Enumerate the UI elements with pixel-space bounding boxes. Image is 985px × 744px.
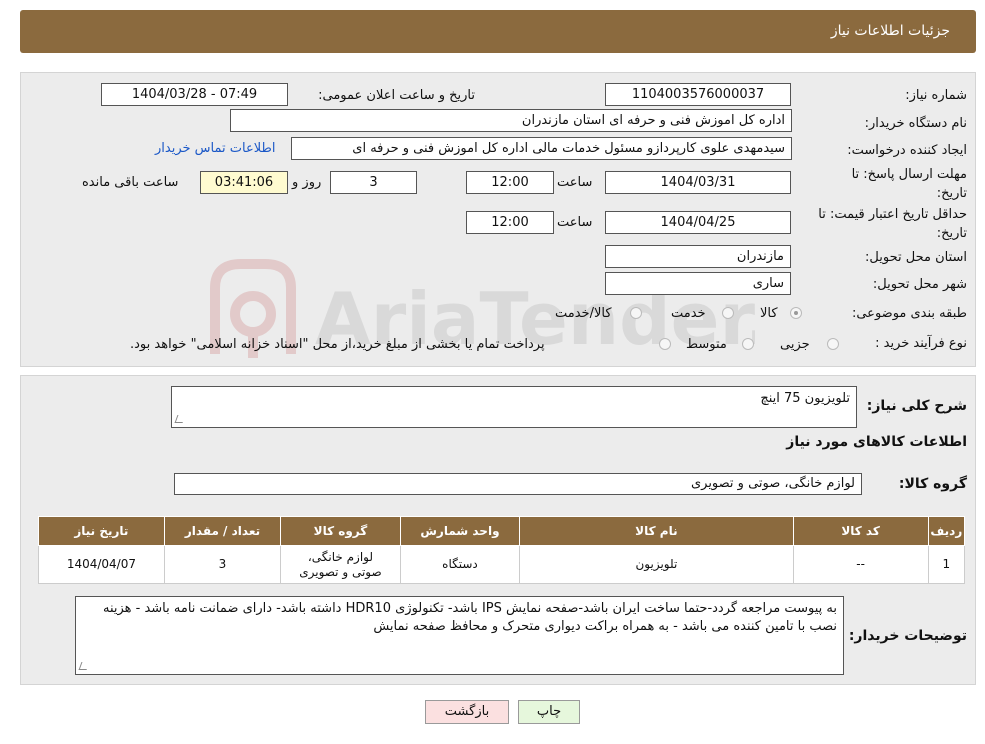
days-field: 3 [330, 171, 417, 194]
city-label: شهر محل تحویل: [872, 277, 967, 292]
requester-field: سیدمهدی علوی کارپردازو مسئول خدمات مالی … [291, 137, 792, 160]
table-row: 1 -- تلویزیون دستگاه لوازم خانگی، صوتی و… [38, 545, 966, 584]
col-header-qty: تعداد / مقدار [163, 516, 282, 546]
print-button[interactable]: چاپ [518, 700, 580, 724]
category-option-goods-service: کالا/خدمت [555, 306, 612, 321]
goods-group-label: گروه کالا: [898, 476, 967, 492]
cell-name: تلویزیون [519, 545, 794, 584]
goods-table: ردیف کد کالا نام کالا واحد شمارش گروه کا… [38, 516, 966, 584]
reply-time-label: ساعت [557, 175, 593, 190]
remaining-time-label: ساعت باقی مانده [82, 175, 179, 190]
validity-date-field: 1404/04/25 [605, 211, 791, 234]
buyer-notes-text: به پیوست مراجعه گردد-حتما ساخت ایران باش… [102, 601, 837, 634]
page-header: جزئیات اطلاعات نیاز [20, 10, 976, 53]
cell-group: لوازم خانگی، صوتی و تصویری [280, 545, 401, 584]
goods-group-field: لوازم خانگی، صوتی و تصویری [174, 473, 862, 495]
purchase-option-minor: جزیی [780, 337, 810, 352]
summary-textarea[interactable]: تلویزیون 75 اینچ [171, 386, 857, 428]
validity-time-label: ساعت [557, 215, 593, 230]
announce-label: تاریخ و ساعت اعلان عمومی: [318, 88, 475, 103]
purchase-option-medium: متوسط [686, 337, 727, 352]
buyer-org-field: اداره کل اموزش فنی و حرفه ای استان مازند… [230, 109, 792, 132]
reply-date-field: 1404/03/31 [605, 171, 791, 194]
need-number-field: 1104003576000037 [605, 83, 791, 106]
cell-date: 1404/04/07 [38, 545, 165, 584]
page-title: جزئیات اطلاعات نیاز [830, 23, 950, 39]
col-header-unit: واحد شمارش [399, 516, 521, 546]
cell-unit: دستگاه [399, 545, 521, 584]
contact-buyer-link[interactable]: اطلاعات تماس خریدار [155, 141, 275, 156]
col-header-code: کد کالا [792, 516, 929, 546]
category-option-goods: کالا [760, 306, 778, 321]
days-label: روز و [292, 175, 322, 190]
category-radio-goods[interactable] [790, 307, 802, 319]
purchase-radio-minor[interactable] [827, 338, 839, 350]
city-field: ساری [605, 272, 791, 295]
cell-row: 1 [927, 545, 966, 584]
buyer-org-label: نام دستگاه خریدار: [864, 116, 967, 131]
cell-code: -- [792, 545, 929, 584]
cell-qty: 3 [163, 545, 282, 584]
validity-label: حداقل تاریخ اعتبار قیمت: تا تاریخ: [818, 207, 967, 241]
back-button[interactable]: بازگشت [425, 700, 509, 724]
purchase-treasury-note: پرداخت تمام یا بخشی از مبلغ خرید،از محل … [130, 337, 545, 352]
col-header-date: تاریخ نیاز [38, 516, 165, 546]
col-header-group: گروه کالا [280, 516, 401, 546]
announce-field: 1404/03/28 - 07:49 [101, 83, 288, 106]
buyer-notes-label: توضیحات خریدار: [848, 628, 967, 644]
summary-text: تلویزیون 75 اینچ [760, 391, 850, 406]
summary-label: شرح کلی نیاز: [866, 398, 967, 414]
purchase-type-label: نوع فرآیند خرید : [875, 336, 967, 351]
resize-grip-icon[interactable] [78, 662, 90, 670]
goods-info-title: اطلاعات کالاهای مورد نیاز [786, 434, 967, 450]
category-radio-goods-service[interactable] [630, 307, 642, 319]
category-option-service: خدمت [671, 306, 706, 321]
reply-deadline-label: مهلت ارسال پاسخ: تا تاریخ: [851, 167, 967, 201]
purchase-radio-treasury[interactable] [659, 338, 671, 350]
resize-grip-icon[interactable] [174, 415, 186, 423]
province-field: مازندران [605, 245, 791, 268]
col-header-name: نام کالا [519, 516, 794, 546]
col-header-row: ردیف [927, 516, 966, 546]
remaining-time-field: 03:41:06 [200, 171, 288, 194]
need-number-label: شماره نیاز: [905, 88, 967, 103]
validity-time-field: 12:00 [466, 211, 554, 234]
requester-label: ایجاد کننده درخواست: [847, 143, 967, 158]
province-label: استان محل تحویل: [865, 250, 967, 265]
table-header-row: ردیف کد کالا نام کالا واحد شمارش گروه کا… [38, 516, 966, 546]
category-label: طبقه بندی موضوعی: [851, 306, 967, 321]
category-radio-service[interactable] [722, 307, 734, 319]
buyer-notes-textarea[interactable]: به پیوست مراجعه گردد-حتما ساخت ایران باش… [75, 596, 844, 675]
purchase-radio-medium[interactable] [742, 338, 754, 350]
reply-time-field: 12:00 [466, 171, 554, 194]
